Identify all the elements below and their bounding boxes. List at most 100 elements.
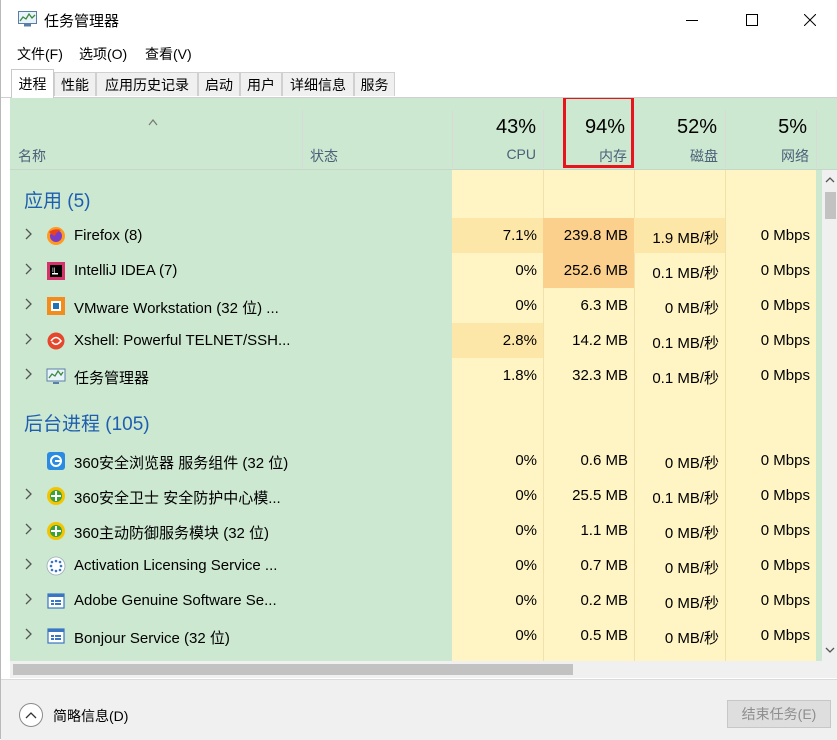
group-background-title[interactable]: 后台进程 (105): [24, 409, 150, 436]
memory-value: 1.1 MB: [580, 522, 628, 539]
chevron-right-icon[interactable]: [23, 522, 35, 536]
column-disk-header[interactable]: 磁盘: [638, 146, 718, 166]
vertical-scroll-thumb[interactable]: [825, 192, 836, 219]
disk-value: 1.9 MB/秒: [652, 230, 719, 247]
table-row[interactable]: Activation Licensing Service ... 0% 0.7 …: [10, 548, 816, 583]
disk-value: 0 MB/秒: [664, 630, 719, 647]
table-row[interactable]: Bonjour Service (32 位) 0% 0.5 MB 0 MB/秒 …: [10, 618, 816, 653]
minimize-button[interactable]: [663, 0, 721, 40]
network-value: 0 Mbps: [760, 557, 810, 574]
horizontal-scroll-thumb[interactable]: [13, 664, 573, 675]
tab-app-history[interactable]: 应用历史记录: [96, 72, 198, 96]
process-name: Adobe Genuine Software Se...: [74, 592, 277, 609]
title-bar[interactable]: 任务管理器: [1, 0, 837, 40]
process-name: VMware Workstation (32 位) ...: [74, 300, 279, 317]
scroll-up-icon[interactable]: [825, 176, 835, 184]
table-row[interactable]: VMware Workstation (32 位) ... 0% 6.3 MB …: [10, 288, 816, 323]
cpu-value: 0%: [515, 297, 537, 314]
column-divider[interactable]: [816, 110, 817, 168]
menu-file[interactable]: 文件(F): [17, 44, 63, 64]
minimize-icon: [686, 20, 698, 21]
svg-text:IJ: IJ: [52, 267, 56, 274]
column-divider[interactable]: [302, 110, 303, 168]
chevron-right-icon[interactable]: [23, 332, 35, 346]
process-name: IntelliJ IDEA (7): [74, 262, 178, 279]
table-row[interactable]: Firefox (8) 7.1% 239.8 MB 1.9 MB/秒 0 Mbp…: [10, 218, 816, 253]
memory-value: 14.2 MB: [572, 332, 628, 349]
chevron-right-icon[interactable]: [23, 227, 35, 241]
column-network-header[interactable]: 网络: [729, 146, 809, 166]
column-divider[interactable]: [634, 110, 635, 168]
process-name: 360安全卫士 安全防护中心模...: [74, 490, 281, 507]
360-defense-icon: [47, 522, 65, 540]
disk-value: 0 MB/秒: [664, 300, 719, 317]
brief-info-label[interactable]: 简略信息(D): [53, 706, 128, 726]
maximize-button[interactable]: [723, 0, 781, 40]
brief-info-button[interactable]: [19, 703, 43, 727]
network-value: 0 Mbps: [760, 297, 810, 314]
column-cpu-header[interactable]: CPU: [456, 146, 536, 162]
process-name: Firefox (8): [74, 227, 143, 244]
table-row[interactable]: IJ IntelliJ IDEA (7) 0% 252.6 MB 0.1 MB/…: [10, 253, 816, 288]
network-value: 0 Mbps: [760, 452, 810, 469]
column-divider[interactable]: [543, 110, 544, 168]
network-percent[interactable]: 5%: [727, 116, 807, 139]
group-apps-title[interactable]: 应用 (5): [24, 186, 91, 213]
menu-view[interactable]: 查看(V): [145, 44, 192, 64]
scroll-down-icon[interactable]: [825, 646, 835, 654]
column-divider[interactable]: [452, 110, 453, 168]
table-row[interactable]: 360安全浏览器 服务组件 (32 位) 0% 0.6 MB 0 MB/秒 0 …: [10, 443, 816, 478]
service-window-icon: [47, 593, 65, 609]
chevron-right-icon[interactable]: [23, 367, 35, 381]
cpu-value: 1.8%: [502, 367, 537, 384]
close-button[interactable]: [781, 0, 837, 40]
table-row[interactable]: 360安全卫士 安全防护中心模... 0% 25.5 MB 0.1 MB/秒 0…: [10, 478, 816, 513]
tab-performance[interactable]: 性能: [54, 72, 96, 96]
column-divider[interactable]: [725, 110, 726, 168]
cpu-value: 0%: [515, 452, 537, 469]
column-status-header[interactable]: 状态: [310, 146, 338, 166]
memory-value: 0.2 MB: [580, 592, 628, 609]
table-row[interactable]: 360主动防御服务模块 (32 位) 0% 1.1 MB 0 MB/秒 0 Mb…: [10, 513, 816, 548]
chevron-right-icon[interactable]: [23, 557, 35, 571]
chevron-right-icon[interactable]: [23, 627, 35, 641]
process-name: Xshell: Powerful TELNET/SSH...: [74, 332, 291, 349]
tab-details[interactable]: 详细信息: [282, 72, 354, 96]
process-list: 名称 状态 43% CPU 94% 内存 52% 磁盘 5% 网络 应用 (5): [10, 98, 837, 661]
tab-services[interactable]: 服务: [354, 72, 395, 96]
network-value: 0 Mbps: [760, 227, 810, 244]
chevron-right-icon[interactable]: [23, 262, 35, 276]
horizontal-scrollbar[interactable]: [10, 661, 822, 678]
table-row[interactable]: Xshell: Powerful TELNET/SSH... 2.8% 14.2…: [10, 323, 816, 358]
firefox-icon: [47, 227, 65, 245]
service-window-icon: [47, 628, 65, 644]
menu-options[interactable]: 选项(O): [79, 44, 127, 64]
column-name-header[interactable]: 名称: [18, 146, 46, 166]
cpu-percent[interactable]: 43%: [456, 116, 536, 139]
memory-value: 0.6 MB: [580, 452, 628, 469]
chevron-right-icon[interactable]: [23, 487, 35, 501]
intellij-icon: IJ: [47, 262, 65, 280]
vertical-scrollbar[interactable]: [822, 170, 837, 661]
footer-bar: 简略信息(D) 结束任务(E): [1, 679, 837, 740]
memory-value: 239.8 MB: [563, 227, 628, 244]
table-row[interactable]: Adobe Genuine Software Se... 0% 0.2 MB 0…: [10, 583, 816, 618]
chevron-right-icon[interactable]: [23, 297, 35, 311]
disk-percent[interactable]: 52%: [637, 116, 717, 139]
disk-value: 0 MB/秒: [664, 455, 719, 472]
network-value: 0 Mbps: [760, 332, 810, 349]
table-row[interactable]: 任务管理器 1.8% 32.3 MB 0.1 MB/秒 0 Mbps: [10, 358, 816, 393]
process-name: Bonjour Service (32 位): [74, 630, 230, 647]
cpu-value: 0%: [515, 627, 537, 644]
chevron-right-icon[interactable]: [23, 592, 35, 606]
maximize-icon: [746, 14, 758, 26]
end-task-button[interactable]: 结束任务(E): [727, 700, 831, 728]
task-manager-window: 任务管理器 文件(F) 选项(O) 查看(V) 进程 性能 应用历史记录 启动 …: [0, 0, 837, 740]
sort-ascending-icon[interactable]: [148, 118, 158, 126]
tab-processes[interactable]: 进程: [11, 69, 54, 98]
process-name: 任务管理器: [74, 370, 150, 387]
tab-startup[interactable]: 启动: [198, 72, 240, 96]
tab-users[interactable]: 用户: [240, 72, 282, 96]
cpu-value: 0%: [515, 487, 537, 504]
task-manager-icon: [46, 368, 66, 384]
